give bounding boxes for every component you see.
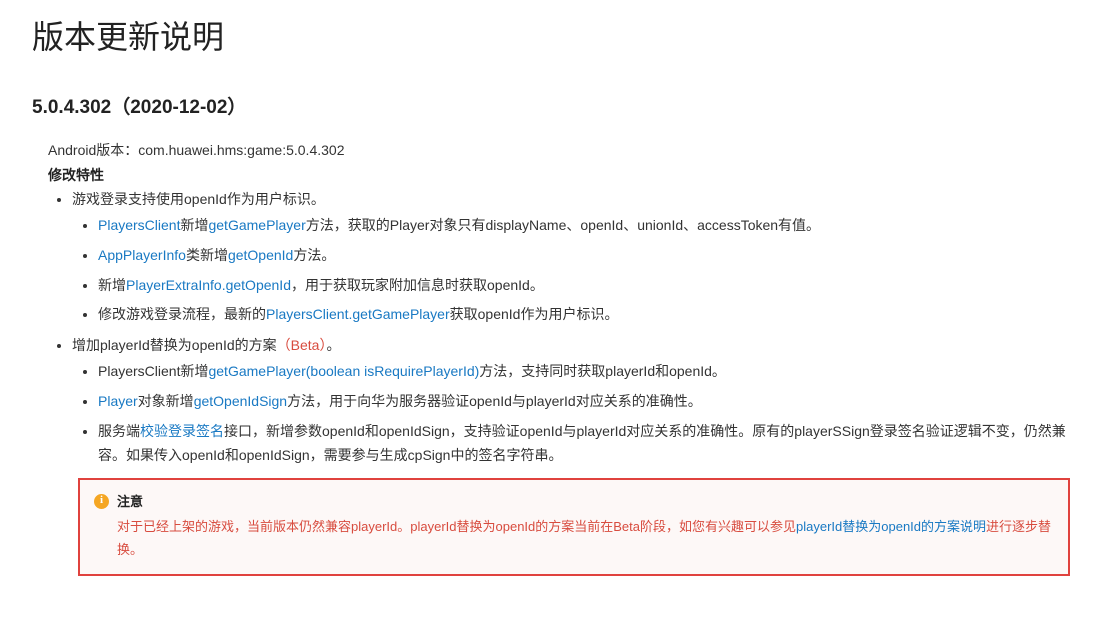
api-link[interactable]: PlayersClient	[98, 217, 180, 233]
sub-list: PlayersClient新增getGamePlayer(boolean isR…	[72, 360, 1078, 467]
text-fragment: ，用于获取玩家附加信息时获取openId。	[291, 277, 544, 293]
content-region: Android版本：com.huawei.hms:game:5.0.4.302 …	[32, 139, 1078, 576]
beta-tag: （Beta）	[277, 337, 327, 353]
list-item: 修改游戏登录流程，最新的PlayersClient.getGamePlayer获…	[98, 303, 1078, 327]
api-link[interactable]: PlayerExtraInfo.getOpenId	[126, 277, 291, 293]
list-item: AppPlayerInfo类新增getOpenId方法。	[98, 244, 1078, 268]
notice-box: i 注意 对于已经上架的游戏，当前版本仍然兼容playerId。playerId…	[78, 478, 1070, 576]
text-fragment: 新增	[98, 277, 126, 293]
info-icon: i	[94, 494, 109, 509]
list-item: 游戏登录支持使用openId作为用户标识。 PlayersClient新增get…	[72, 187, 1078, 327]
api-link[interactable]: AppPlayerInfo	[98, 247, 186, 263]
api-link[interactable]: getGamePlayer(boolean isRequirePlayerId)	[208, 363, 479, 379]
list-item: Player对象新增getOpenIdSign方法，用于向华为服务器验证open…	[98, 390, 1078, 414]
text-fragment: 方法。	[293, 247, 335, 263]
api-link[interactable]: PlayersClient.getGamePlayer	[266, 306, 450, 322]
text-fragment: 。	[326, 337, 340, 353]
api-link[interactable]: Player	[98, 393, 138, 409]
text-fragment: 新增	[180, 217, 208, 233]
text-fragment: 接口，新增参数openId和openIdSign，支持验证openId与play…	[98, 423, 1066, 463]
feature-list: 游戏登录支持使用openId作为用户标识。 PlayersClient新增get…	[42, 187, 1078, 576]
feature-text: 游戏登录支持使用openId作为用户标识。	[72, 191, 325, 207]
features-subhead: 修改特性	[48, 165, 1078, 185]
list-item: 增加playerId替换为openId的方案（Beta）。 PlayersCli…	[72, 333, 1078, 576]
text-fragment: 类新增	[186, 247, 228, 263]
text-fragment: 对象新增	[138, 393, 194, 409]
api-link[interactable]: getGamePlayer	[208, 217, 305, 233]
sub-list: PlayersClient新增getGamePlayer方法，获取的Player…	[72, 214, 1078, 327]
text-fragment: 方法，获取的Player对象只有displayName、openId、union…	[306, 217, 820, 233]
text-fragment: PlayersClient新增	[98, 363, 208, 379]
list-item: 服务端校验登录签名接口，新增参数openId和openIdSign，支持验证op…	[98, 420, 1078, 468]
list-item: PlayersClient新增getGamePlayer(boolean isR…	[98, 360, 1078, 384]
api-link[interactable]: getOpenId	[228, 247, 293, 263]
android-version-line: Android版本：com.huawei.hms:game:5.0.4.302	[48, 139, 1078, 163]
list-item: 新增PlayerExtraInfo.getOpenId，用于获取玩家附加信息时获…	[98, 274, 1078, 298]
api-link[interactable]: 校验登录签名	[140, 423, 224, 439]
doc-link[interactable]: playerId替换为openId的方案说明	[796, 519, 986, 534]
api-link[interactable]: getOpenIdSign	[194, 393, 287, 409]
text-fragment: 服务端	[98, 423, 140, 439]
version-heading: 5.0.4.302（2020-12-02）	[32, 92, 1078, 119]
notice-header: i 注意	[94, 490, 1052, 513]
notice-body: 对于已经上架的游戏，当前版本仍然兼容playerId。playerId替换为op…	[94, 515, 1052, 562]
text-fragment: 方法，支持同时获取playerId和openId。	[479, 363, 726, 379]
text-fragment: 方法，用于向华为服务器验证openId与playerId对应关系的准确性。	[287, 393, 702, 409]
text-fragment: 修改游戏登录流程，最新的	[98, 306, 266, 322]
text-fragment: 对于已经上架的游戏，当前版本仍然兼容playerId。playerId替换为op…	[117, 519, 796, 534]
text-fragment: 获取openId作为用户标识。	[450, 306, 619, 322]
page-title: 版本更新说明	[32, 12, 1078, 58]
text-fragment: 增加playerId替换为openId的方案	[72, 337, 277, 353]
list-item: PlayersClient新增getGamePlayer方法，获取的Player…	[98, 214, 1078, 238]
notice-label: 注意	[117, 490, 143, 513]
